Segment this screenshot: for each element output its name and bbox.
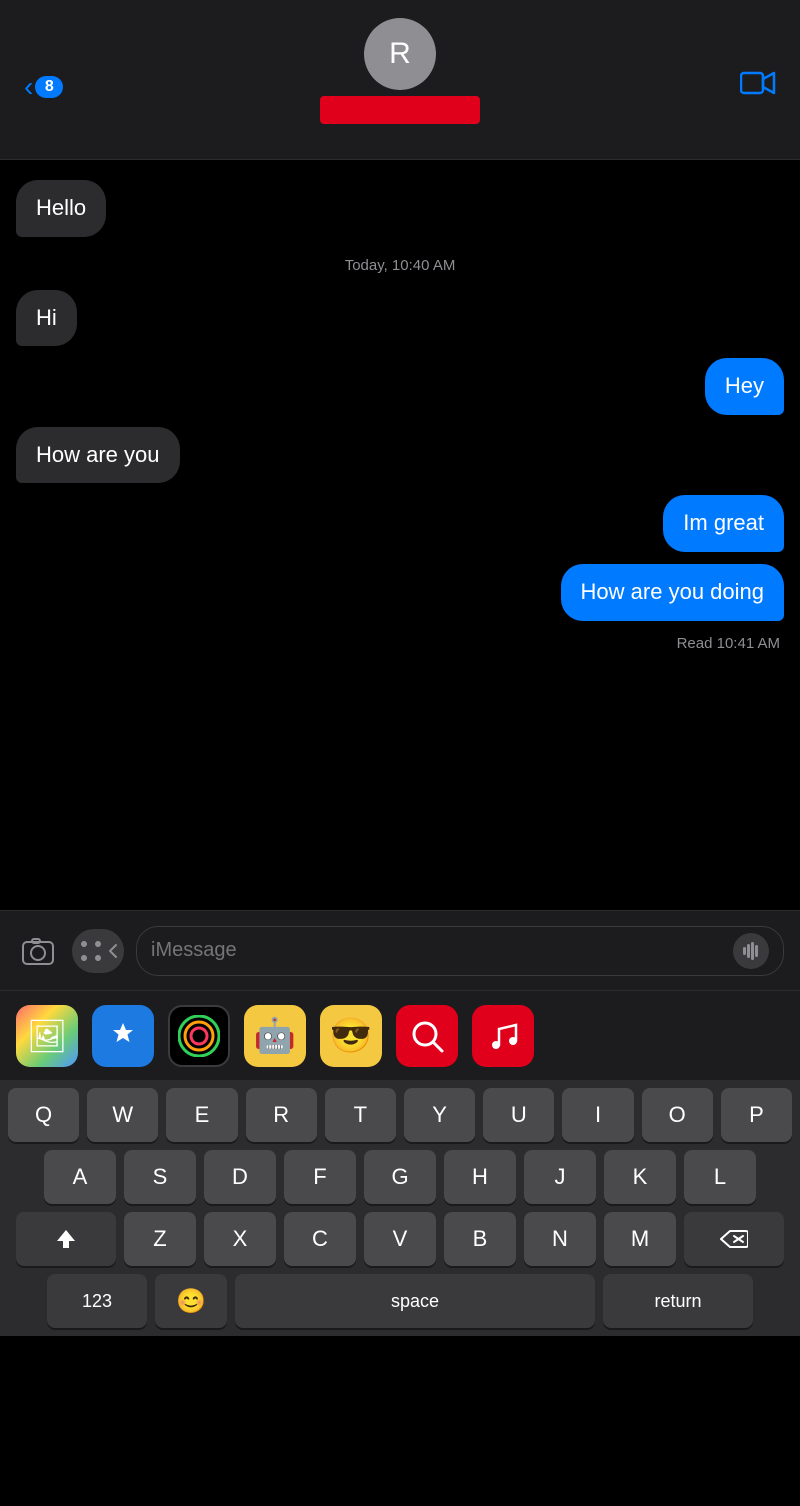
input-bar bbox=[0, 910, 800, 990]
key-h[interactable]: H bbox=[444, 1150, 516, 1204]
num-key[interactable]: 123 bbox=[47, 1274, 147, 1328]
key-m[interactable]: M bbox=[604, 1212, 676, 1266]
bubble-incoming: Hi bbox=[16, 290, 77, 347]
app-row: 🖼 🤖 😎 bbox=[0, 990, 800, 1080]
header-center: R bbox=[320, 18, 480, 124]
space-key[interactable]: space bbox=[235, 1274, 595, 1328]
emoji-key[interactable]: 😊 bbox=[155, 1274, 227, 1328]
back-chevron-icon: ‹ bbox=[24, 73, 33, 101]
video-call-button[interactable] bbox=[740, 69, 776, 104]
memoji-app-icon[interactable]: 🤖 bbox=[244, 1005, 306, 1067]
contact-name-bar bbox=[320, 96, 480, 124]
message-input[interactable] bbox=[151, 939, 723, 962]
key-r[interactable]: R bbox=[246, 1088, 317, 1142]
key-n[interactable]: N bbox=[524, 1212, 596, 1266]
key-b[interactable]: B bbox=[444, 1212, 516, 1266]
header: ‹ 8 R bbox=[0, 0, 800, 160]
key-d[interactable]: D bbox=[204, 1150, 276, 1204]
bubble-outgoing: Im great bbox=[663, 495, 784, 552]
appstore-app-icon[interactable] bbox=[92, 1005, 154, 1067]
message-row-5: How are you bbox=[16, 427, 784, 484]
return-key[interactable]: return bbox=[603, 1274, 753, 1328]
key-x[interactable]: X bbox=[204, 1212, 276, 1266]
delete-key[interactable] bbox=[684, 1212, 784, 1266]
key-l[interactable]: L bbox=[684, 1150, 756, 1204]
key-o[interactable]: O bbox=[642, 1088, 713, 1142]
key-j[interactable]: J bbox=[524, 1150, 596, 1204]
key-v[interactable]: V bbox=[364, 1212, 436, 1266]
read-receipt: Read 10:41 AM bbox=[16, 635, 784, 652]
fitness-app-icon[interactable] bbox=[168, 1005, 230, 1067]
message-input-wrap[interactable] bbox=[136, 926, 784, 976]
key-c[interactable]: C bbox=[284, 1212, 356, 1266]
bubble-outgoing: Hey bbox=[705, 358, 784, 415]
message-row-3: Hi bbox=[16, 290, 784, 347]
timestamp: Today, 10:40 AM bbox=[16, 257, 784, 274]
message-row-4: Hey bbox=[16, 358, 784, 415]
message-row-1: Hello bbox=[16, 180, 784, 237]
key-i[interactable]: I bbox=[562, 1088, 633, 1142]
key-z[interactable]: Z bbox=[124, 1212, 196, 1266]
keyboard-row-3: Z X C V B N M bbox=[0, 1204, 800, 1266]
music-app-icon[interactable] bbox=[472, 1005, 534, 1067]
bubble-incoming: Hello bbox=[16, 180, 106, 237]
key-g[interactable]: G bbox=[364, 1150, 436, 1204]
key-e[interactable]: E bbox=[166, 1088, 237, 1142]
key-t[interactable]: T bbox=[325, 1088, 396, 1142]
bubble-incoming: How are you bbox=[16, 427, 180, 484]
key-k[interactable]: K bbox=[604, 1150, 676, 1204]
key-s[interactable]: S bbox=[124, 1150, 196, 1204]
back-button[interactable]: ‹ 8 bbox=[24, 73, 63, 101]
message-row-7: How are you doing bbox=[16, 564, 784, 621]
key-y[interactable]: Y bbox=[404, 1088, 475, 1142]
avatar[interactable]: R bbox=[364, 18, 436, 90]
keyboard-bottom-row: 123 😊 space return bbox=[0, 1266, 800, 1336]
back-badge: 8 bbox=[35, 76, 63, 98]
keyboard-row-2: A S D F G H J K L bbox=[0, 1142, 800, 1204]
key-p[interactable]: P bbox=[721, 1088, 792, 1142]
key-q[interactable]: Q bbox=[8, 1088, 79, 1142]
key-u[interactable]: U bbox=[483, 1088, 554, 1142]
key-a[interactable]: A bbox=[44, 1150, 116, 1204]
camera-button[interactable] bbox=[16, 929, 60, 973]
message-row-6: Im great bbox=[16, 495, 784, 552]
chat-area: Hello Today, 10:40 AM Hi Hey How are you… bbox=[0, 160, 800, 910]
key-f[interactable]: F bbox=[284, 1150, 356, 1204]
keyboard: Q W E R T Y U I O P A S D F G H J K L Z … bbox=[0, 1080, 800, 1336]
sticker-app-icon[interactable]: 😎 bbox=[320, 1005, 382, 1067]
websearch-app-icon[interactable] bbox=[396, 1005, 458, 1067]
apps-button[interactable] bbox=[72, 929, 124, 973]
audio-button[interactable] bbox=[733, 933, 769, 969]
photos-app-icon[interactable]: 🖼 bbox=[16, 1005, 78, 1067]
key-w[interactable]: W bbox=[87, 1088, 158, 1142]
bubble-outgoing: How are you doing bbox=[561, 564, 784, 621]
keyboard-row-1: Q W E R T Y U I O P bbox=[0, 1080, 800, 1142]
shift-key[interactable] bbox=[16, 1212, 116, 1266]
